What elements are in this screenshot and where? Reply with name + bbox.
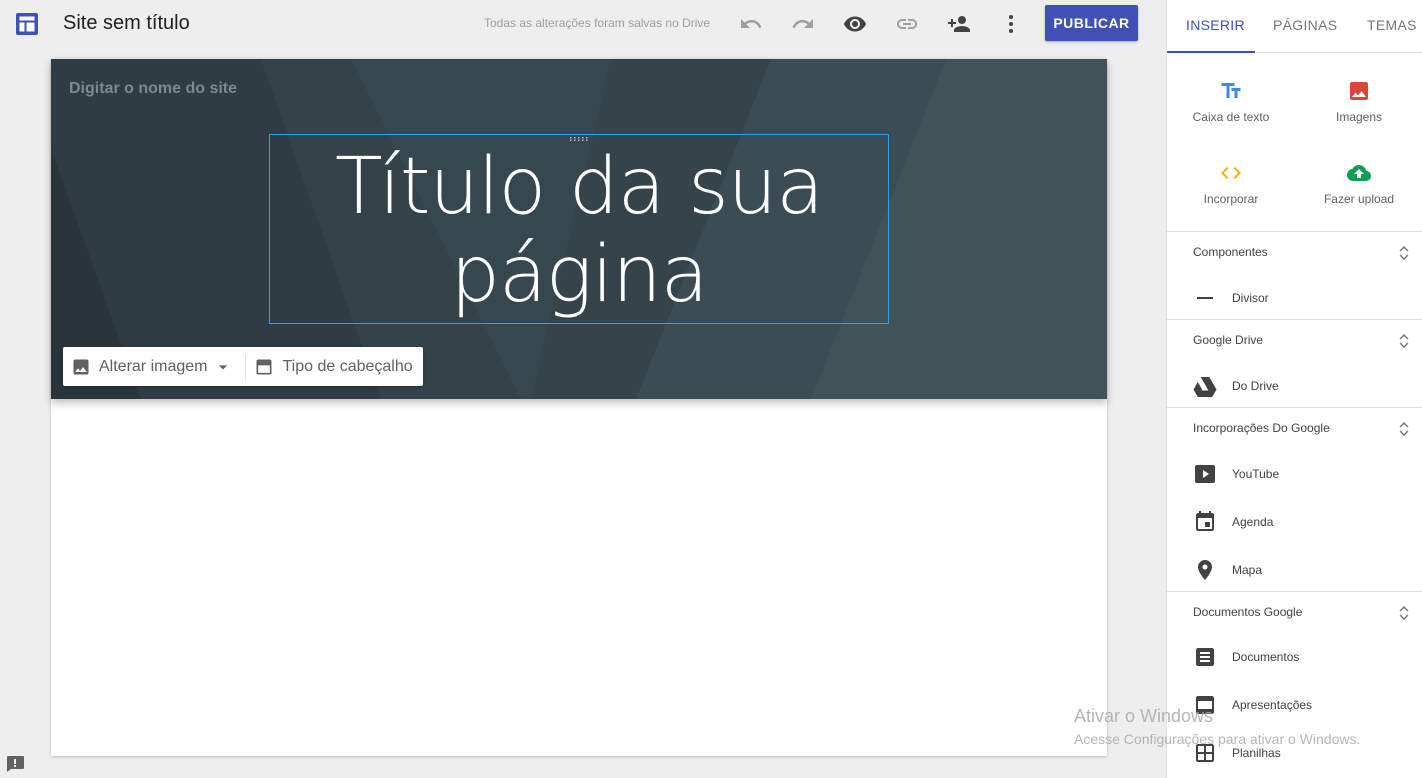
panel-item-calendar[interactable]: Agenda: [1167, 505, 1422, 539]
windows-activation-title: Ativar o Windows: [1074, 706, 1214, 726]
panel-item-docs[interactable]: Documentos: [1167, 640, 1422, 674]
insert-panel: INSERIR PÁGINAS TEMAS Caixa de texto Ima…: [1166, 0, 1422, 778]
tab-themes[interactable]: TEMAS: [1367, 17, 1417, 33]
link-icon[interactable]: [895, 12, 919, 36]
panel-item-label: Planilhas: [1232, 746, 1281, 760]
dropdown-arrow-icon: [219, 364, 228, 369]
insert-text-box[interactable]: Caixa de texto: [1167, 79, 1295, 159]
panel-item-label: Agenda: [1232, 515, 1274, 529]
insert-images-label: Imagens: [1335, 110, 1383, 124]
upload-icon: [1347, 165, 1371, 181]
header-type-icon: [256, 359, 272, 374]
panel-item-label: Documentos: [1232, 650, 1300, 664]
collapse-chevron-icon[interactable]: [1397, 244, 1411, 262]
panel-item-divider[interactable]: Divisor: [1167, 281, 1422, 315]
section-title-google-embeds[interactable]: Incorporações Do Google: [1193, 421, 1330, 435]
docs-icon: [1196, 648, 1214, 666]
insert-embed[interactable]: Incorporar: [1167, 161, 1295, 241]
section-divider: [1167, 231, 1422, 232]
panel-item-label: Divisor: [1232, 291, 1269, 305]
calendar-icon: [1196, 511, 1214, 531]
section-title-google-docs[interactable]: Documentos Google: [1193, 605, 1302, 619]
page-canvas[interactable]: Digitar o nome do site Título da sua pág…: [51, 59, 1107, 756]
embed-icon: [1221, 167, 1241, 179]
change-image-label: Alterar imagem: [99, 357, 208, 375]
tab-insert[interactable]: INSERIR: [1186, 17, 1245, 33]
publish-button[interactable]: PUBLICAR: [1045, 5, 1138, 41]
insert-upload-label: Fazer upload: [1323, 192, 1395, 206]
panel-item-map[interactable]: Mapa: [1167, 553, 1422, 587]
header-type-label: Tipo de cabeçalho: [282, 357, 413, 375]
insert-embed-label: Incorporar: [1203, 192, 1259, 206]
panel-item-label: Apresentações: [1232, 698, 1313, 712]
page-header[interactable]: Digitar o nome do site Título da sua pág…: [51, 59, 1107, 399]
insert-upload[interactable]: Fazer upload: [1295, 161, 1422, 241]
collapse-chevron-icon[interactable]: [1397, 332, 1411, 350]
page-title-line1: Título da sua: [334, 142, 824, 232]
panel-item-youtube[interactable]: YouTube: [1167, 457, 1422, 491]
image-icon: [1350, 82, 1368, 100]
undo-icon[interactable]: [739, 12, 763, 36]
divider-icon: [1197, 297, 1213, 299]
feedback-icon[interactable]: [5, 755, 25, 773]
windows-activation-message: Acesse Configurações para ativar o Windo…: [1074, 731, 1361, 747]
site-title[interactable]: Site sem título: [63, 12, 190, 35]
drive-icon: [1193, 377, 1217, 397]
youtube-icon: [1195, 465, 1215, 483]
tab-pages[interactable]: PÁGINAS: [1273, 17, 1337, 33]
share-icon[interactable]: [947, 12, 971, 36]
header-toolbar: Alterar imagem Tipo de cabeçalho: [63, 347, 423, 386]
save-status: Todas as alterações foram salvas no Driv…: [484, 16, 711, 30]
image-icon: [73, 359, 89, 374]
page-title[interactable]: Título da sua página: [270, 143, 888, 319]
panel-tabs: INSERIR PÁGINAS TEMAS: [1167, 0, 1422, 53]
collapse-chevron-icon[interactable]: [1397, 604, 1411, 622]
panel-item-label: YouTube: [1232, 467, 1280, 481]
sites-logo-icon[interactable]: [15, 12, 39, 36]
top-bar: Site sem título Todas as alterações fora…: [0, 0, 1166, 50]
panel-item-label: Mapa: [1232, 563, 1263, 577]
section-title-components[interactable]: Componentes: [1193, 245, 1268, 259]
page-title-line2: página: [450, 230, 708, 320]
redo-icon[interactable]: [791, 12, 815, 36]
text-box-icon: [1221, 83, 1241, 98]
insert-text-box-label: Caixa de texto: [1192, 110, 1270, 124]
active-tab-indicator: [1167, 51, 1255, 53]
title-text-box[interactable]: Título da sua página: [269, 134, 889, 324]
collapse-chevron-icon[interactable]: [1397, 420, 1411, 438]
drag-handle-icon[interactable]: [570, 137, 588, 141]
panel-item-label: Do Drive: [1232, 379, 1279, 393]
section-divider: [1167, 319, 1422, 320]
change-image-button[interactable]: Alterar imagem: [63, 347, 245, 386]
insert-images[interactable]: Imagens: [1295, 79, 1422, 159]
section-title-google-drive[interactable]: Google Drive: [1193, 333, 1263, 347]
more-vert-icon[interactable]: [999, 12, 1023, 36]
site-name-input[interactable]: Digitar o nome do site: [69, 80, 237, 98]
header-type-button[interactable]: Tipo de cabeçalho: [246, 347, 422, 386]
preview-icon[interactable]: [843, 12, 867, 36]
section-divider: [1167, 591, 1422, 592]
section-divider: [1167, 407, 1422, 408]
panel-item-drive[interactable]: Do Drive: [1167, 369, 1422, 403]
map-pin-icon: [1198, 560, 1212, 580]
